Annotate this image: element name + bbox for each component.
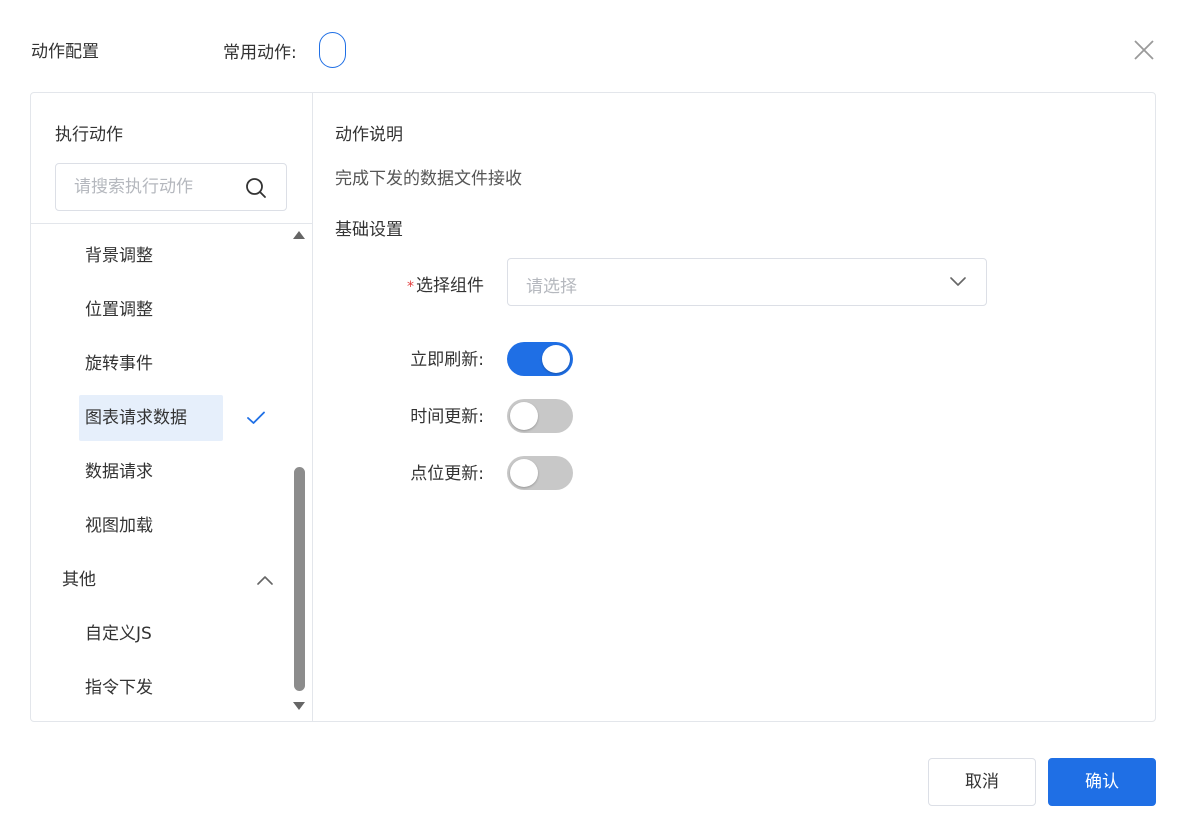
search-icon[interactable]	[245, 177, 267, 199]
confirm-button[interactable]: 确认	[1048, 758, 1156, 806]
description-title: 动作说明	[335, 125, 403, 145]
tree-item-view-load[interactable]: 视图加载	[79, 503, 153, 549]
tree-group-other[interactable]: 其他	[62, 557, 96, 603]
point-update-label: 点位更新:	[410, 464, 484, 484]
check-icon	[247, 411, 265, 424]
close-icon[interactable]	[1132, 38, 1156, 62]
tree-item-position-adjust[interactable]: 位置调整	[79, 287, 153, 333]
sidebar-title: 执行动作	[55, 125, 123, 145]
component-select[interactable]: 请选择	[507, 258, 987, 306]
toggle-knob	[510, 459, 538, 487]
chevron-up-icon[interactable]	[257, 575, 273, 585]
time-update-toggle[interactable]	[507, 399, 573, 433]
refresh-now-toggle[interactable]	[507, 342, 573, 376]
tree-item-background-adjust[interactable]: 背景调整	[79, 233, 153, 279]
description-text: 完成下发的数据文件接收	[335, 169, 522, 189]
toggle-knob	[542, 345, 570, 373]
config-panel: 执行动作 背景调整 位置调整 旋转事件 图表请求数据 数据请求 视图加载 其他 …	[30, 92, 1156, 722]
action-tree: 背景调整 位置调整 旋转事件 图表请求数据 数据请求 视图加载 其他 自定义JS…	[31, 224, 291, 721]
scroll-down-arrow-icon[interactable]	[292, 701, 306, 711]
action-search[interactable]	[55, 163, 287, 211]
action-sidebar: 执行动作 背景调整 位置调整 旋转事件 图表请求数据 数据请求 视图加载 其他 …	[31, 93, 313, 721]
common-actions-label: 常用动作:	[223, 43, 297, 63]
chevron-down-icon	[950, 277, 966, 286]
required-mark: *	[407, 279, 414, 295]
component-select-placeholder: 请选择	[526, 277, 577, 297]
refresh-now-label: 立即刷新:	[410, 350, 484, 370]
tree-item-data-request[interactable]: 数据请求	[79, 449, 153, 495]
toggle-knob	[510, 402, 538, 430]
common-action-toggle[interactable]	[319, 32, 346, 68]
time-update-label: 时间更新:	[410, 407, 484, 427]
component-label-text: 选择组件	[416, 276, 484, 296]
point-update-toggle[interactable]	[507, 456, 573, 490]
search-input[interactable]	[74, 164, 234, 210]
tree-item-command-dispatch[interactable]: 指令下发	[79, 665, 153, 711]
component-label: * 选择组件	[344, 271, 484, 296]
tree-item-custom-js[interactable]: 自定义JS	[79, 611, 152, 657]
tree-item-rotate-event[interactable]: 旋转事件	[79, 341, 153, 387]
scrollbar-thumb[interactable]	[294, 467, 305, 691]
tree-item-chart-request-data[interactable]: 图表请求数据	[79, 395, 223, 441]
basic-settings-title: 基础设置	[335, 220, 403, 240]
scroll-up-arrow-icon[interactable]	[292, 230, 306, 240]
action-settings: 动作说明 完成下发的数据文件接收 基础设置 * 选择组件 请选择 立即刷新: 时间…	[314, 93, 1155, 721]
cancel-button[interactable]: 取消	[928, 758, 1036, 806]
dialog-title: 动作配置	[31, 42, 99, 62]
